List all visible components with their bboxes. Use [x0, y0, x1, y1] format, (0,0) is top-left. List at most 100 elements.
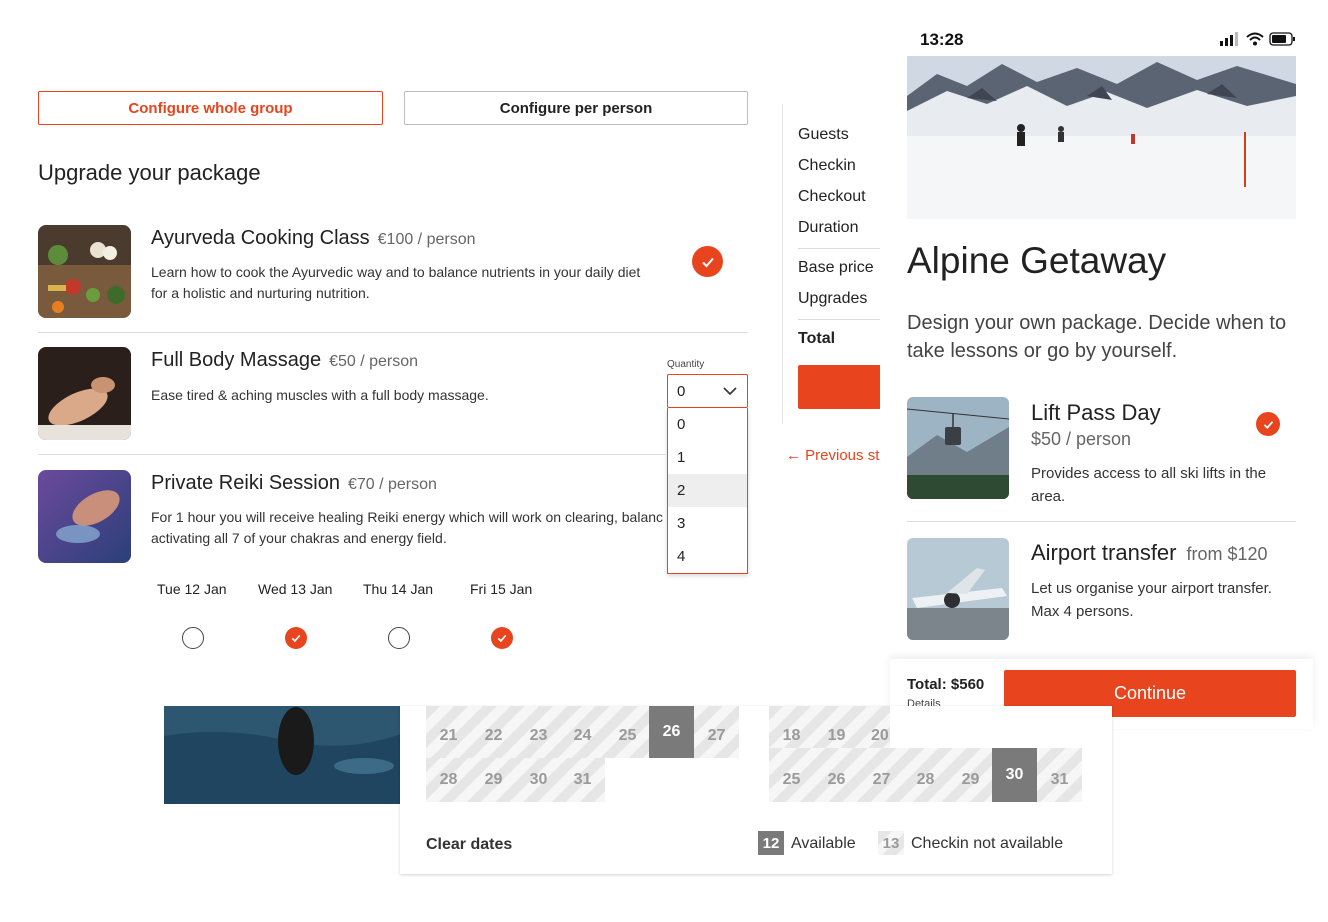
tab-configure-whole-group[interactable]: Configure whole group — [38, 91, 383, 125]
item-price: €50 / person — [329, 353, 419, 370]
calendar-day-na[interactable]: 25 — [605, 714, 650, 758]
summary-base-price: Base price — [798, 259, 874, 276]
cooking-class-selected-toggle[interactable] — [692, 246, 723, 277]
summary-duration: Duration — [798, 219, 859, 236]
calendar-left-month: 21 22 23 24 25 26 27 28 29 30 31 — [426, 706, 739, 802]
quantity-label: Quantity — [667, 359, 705, 370]
calendar-day-na[interactable]: 21 — [426, 714, 471, 758]
alpine-hero-image — [907, 56, 1296, 219]
summary-checkin: Checkin — [798, 157, 856, 174]
calendar-day-na[interactable]: 28 — [426, 758, 471, 802]
item-title: Lift Pass Day — [1031, 400, 1161, 425]
previous-step-link[interactable]: ← Previous st — [786, 447, 880, 464]
day-label: Thu 14 Jan — [363, 581, 434, 597]
item-title: Airport transfer from $120 — [1031, 540, 1268, 566]
quantity-option[interactable]: 4 — [668, 540, 747, 573]
check-icon — [1263, 420, 1273, 429]
item-description: Learn how to cook the Ayurvedic way and … — [151, 264, 641, 301]
quantity-option-highlighted[interactable]: 2 — [668, 474, 747, 507]
lift-pass-selected-toggle[interactable] — [1256, 412, 1280, 436]
calendar-day-na[interactable]: 24 — [560, 714, 605, 758]
day-radio-thu[interactable] — [388, 627, 410, 649]
cooking-class-image — [38, 225, 131, 318]
quantity-select[interactable]: 0 — [667, 374, 748, 408]
day-radio-fri-checked[interactable] — [491, 627, 513, 649]
quantity-value: 0 — [677, 382, 686, 400]
item-price: $50 / person — [1031, 429, 1132, 449]
tab-configure-per-person[interactable]: Configure per person — [404, 91, 748, 125]
item-description: Provides access to all ski lifts in the … — [1031, 465, 1267, 505]
legend-available-label: Available — [791, 835, 856, 852]
summary-total: Total — [798, 330, 836, 347]
calendar-right-month: 18 19 20 25 26 27 28 29 30 31 — [769, 714, 1082, 802]
summary-divider — [798, 248, 880, 249]
row-divider — [38, 332, 748, 333]
calendar-day-na[interactable]: 22 — [471, 714, 516, 758]
row-divider — [907, 521, 1296, 522]
airport-transfer-image — [907, 538, 1009, 640]
calendar-day-na[interactable]: 27 — [859, 758, 904, 802]
quantity-option[interactable]: 0 — [668, 408, 747, 441]
calendar-day-na[interactable]: 28 — [903, 758, 948, 802]
wifi-icon — [1246, 32, 1264, 46]
day-label: Wed 13 Jan — [258, 581, 333, 597]
calendar-day-na[interactable]: 31 — [560, 758, 605, 802]
calendar-day-na[interactable]: 25 — [769, 758, 814, 802]
item-title-text: Private Reiki Session — [151, 472, 340, 494]
legend-available-swatch: 12 — [758, 831, 784, 855]
legend-na-label: Checkin not available — [911, 835, 1064, 852]
quantity-option[interactable]: 1 — [668, 441, 747, 474]
quantity-options-list: 0 1 2 3 4 — [667, 408, 748, 574]
package-title: Alpine Getaway — [907, 240, 1167, 281]
day-radio-tue[interactable] — [182, 627, 204, 649]
upgrade-heading: Upgrade your package — [38, 160, 261, 185]
legend-na-swatch: 13 — [878, 831, 904, 855]
calendar-day-selected[interactable]: 30 — [992, 748, 1037, 802]
calendar-day-na[interactable]: 20 — [859, 714, 890, 758]
battery-icon — [1269, 32, 1295, 46]
item-title: Full Body Massage €50 / person — [151, 349, 418, 372]
summary-divider-vertical — [782, 104, 783, 424]
item-price: €100 / person — [377, 231, 476, 248]
check-icon — [701, 257, 714, 267]
item-description: For 1 hour you will receive healing Reik… — [151, 509, 664, 546]
calendar-day-na[interactable]: 23 — [516, 714, 561, 758]
status-time: 13:28 — [920, 30, 964, 49]
item-title-text: Full Body Massage — [151, 349, 322, 371]
check-icon — [497, 634, 507, 643]
massage-image — [38, 347, 131, 440]
status-icons — [1220, 32, 1300, 51]
summary-guests: Guests — [798, 126, 849, 143]
calendar-day-na[interactable]: 30 — [516, 758, 561, 802]
clear-dates-button[interactable]: Clear dates — [426, 836, 512, 854]
row-divider — [38, 454, 666, 455]
quantity-option[interactable]: 3 — [668, 507, 747, 540]
item-title: Ayurveda Cooking Class €100 / person — [151, 227, 476, 250]
calendar-day-na[interactable]: 31 — [1037, 758, 1082, 802]
item-price: €70 / person — [347, 476, 437, 493]
lift-pass-image — [907, 397, 1009, 499]
calendar-day-na[interactable]: 19 — [814, 714, 859, 758]
footer-total: Total: $560 — [907, 676, 985, 693]
lake-image — [164, 706, 401, 804]
summary-checkout: Checkout — [798, 188, 866, 205]
mobile-screen: 13:28 Alpine Getaway Design your own pac… — [890, 22, 1313, 722]
item-description: Let us organise your airport transfer. M… — [1031, 580, 1272, 620]
calendar-day-selected[interactable]: 26 — [649, 706, 694, 758]
calendar-day-na[interactable]: 26 — [814, 758, 859, 802]
item-price: from $120 — [1186, 544, 1268, 564]
signal-icon — [1220, 32, 1238, 46]
item-title: Private Reiki Session €70 / person — [151, 472, 437, 495]
check-icon — [291, 634, 301, 643]
calendar-day-na[interactable]: 29 — [471, 758, 516, 802]
calendar-day-na[interactable]: 18 — [769, 714, 814, 758]
item-title-text: Airport transfer — [1031, 540, 1177, 565]
day-radio-wed-checked[interactable] — [285, 627, 307, 649]
calendar-day-na[interactable]: 27 — [694, 714, 739, 758]
summary-divider — [798, 319, 880, 320]
calendar-day-na[interactable]: 29 — [948, 758, 993, 802]
day-label: Fri 15 Jan — [470, 581, 533, 597]
summary-book-button[interactable] — [798, 365, 880, 409]
item-title-text: Ayurveda Cooking Class — [151, 227, 370, 249]
day-label: Tue 12 Jan — [157, 581, 227, 597]
